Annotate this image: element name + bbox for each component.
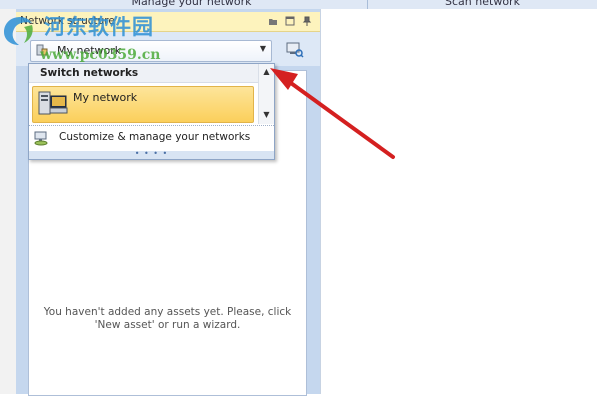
watermark-site-name: 河东软件园 bbox=[44, 14, 154, 39]
window-icon[interactable] bbox=[285, 16, 295, 26]
dropdown-section-header: Switch networks bbox=[29, 64, 258, 83]
customize-networks-label: Customize & manage your networks bbox=[59, 131, 251, 143]
tab-manage-your-network[interactable]: Manage your network bbox=[16, 0, 368, 9]
network-list-item[interactable]: My network bbox=[32, 86, 254, 123]
switch-networks-label: Switch networks bbox=[40, 67, 139, 79]
tab-scan-network[interactable]: Scan network bbox=[368, 0, 597, 9]
empty-assets-message: You haven't added any assets yet. Please… bbox=[43, 306, 292, 331]
network-devices-icon bbox=[37, 90, 69, 118]
watermark-url: www.pc0359.cn bbox=[40, 47, 161, 63]
left-side-strip bbox=[0, 9, 17, 394]
chevron-down-icon[interactable]: ▼ bbox=[260, 44, 266, 53]
scan-network-icon[interactable] bbox=[284, 40, 306, 60]
folder-icon[interactable] bbox=[268, 16, 278, 26]
dropdown-divider bbox=[29, 125, 274, 126]
dropdown-resize-grip[interactable]: • • • • bbox=[29, 150, 274, 159]
network-list-item-label: My network bbox=[73, 91, 138, 104]
switch-networks-dropdown: Switch networks ▲ ▼ My network Customize… bbox=[28, 63, 275, 160]
dropdown-scrollbar[interactable]: ▲ ▼ bbox=[258, 64, 274, 124]
scroll-up-arrow-icon[interactable]: ▲ bbox=[262, 68, 271, 76]
customize-networks-button[interactable]: Customize & manage your networks bbox=[29, 128, 274, 148]
scroll-down-arrow-icon[interactable]: ▼ bbox=[262, 111, 271, 119]
watermark-logo-icon bbox=[2, 15, 38, 47]
main-content-pane bbox=[320, 9, 597, 394]
network-settings-icon bbox=[33, 130, 49, 146]
pin-icon[interactable] bbox=[302, 16, 312, 26]
